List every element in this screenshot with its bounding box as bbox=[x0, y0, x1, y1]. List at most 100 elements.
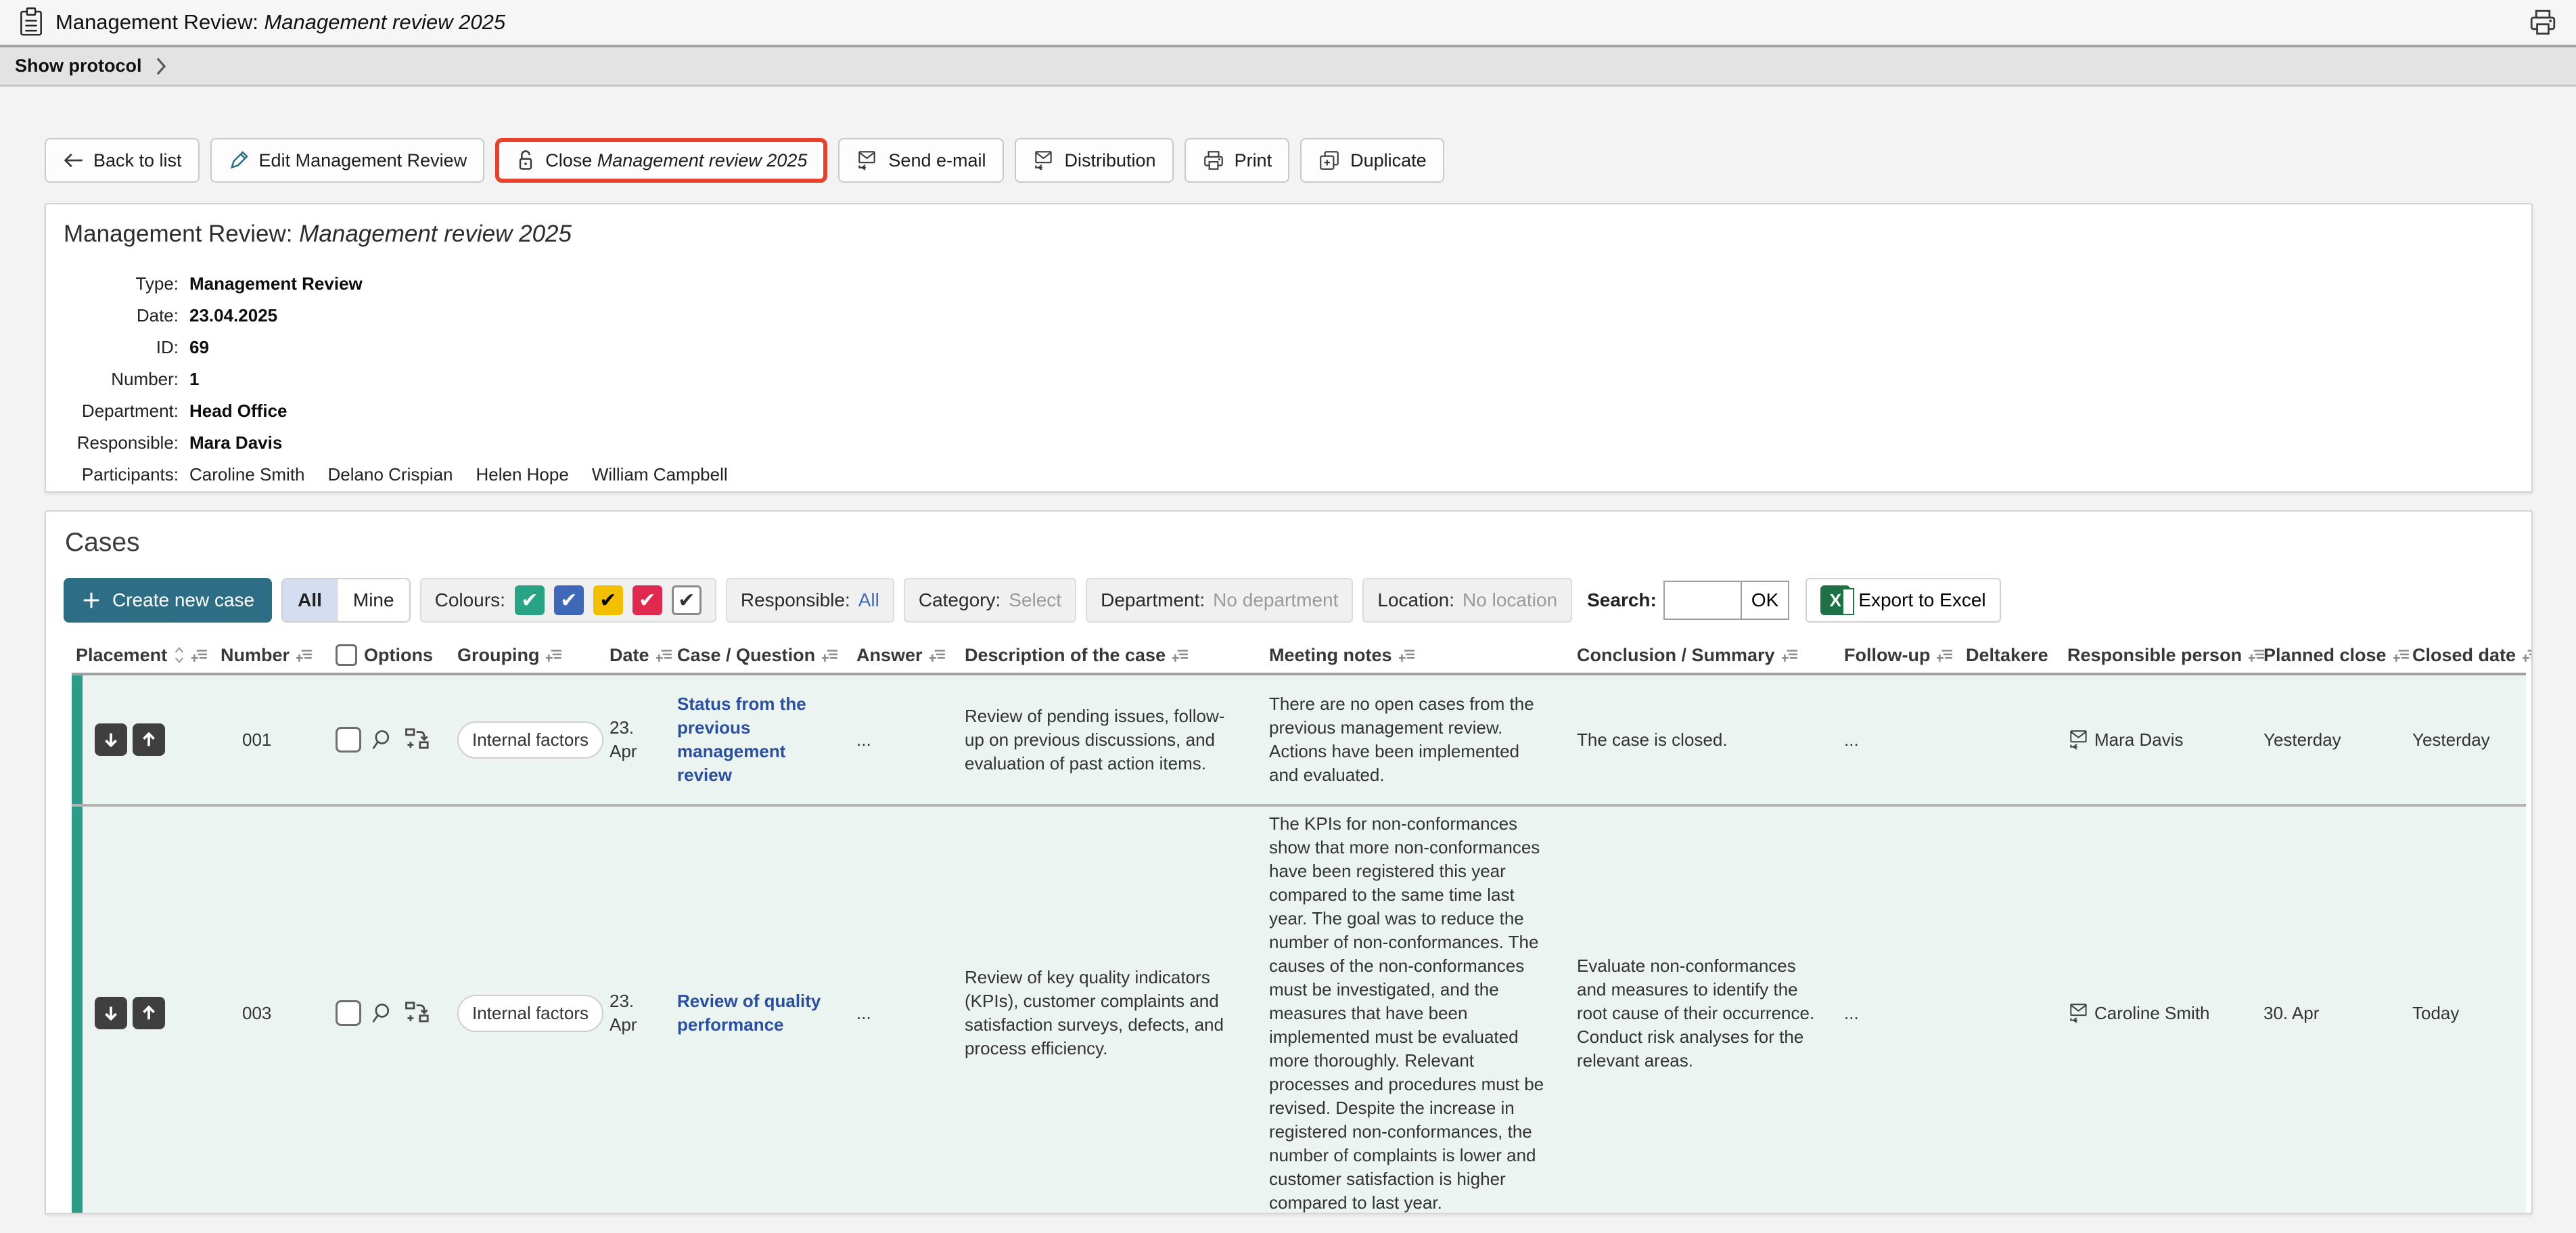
department-filter-value[interactable]: No department bbox=[1213, 589, 1338, 611]
column-filter-icon[interactable] bbox=[1782, 648, 1798, 663]
field-date: Date: 23.04.2025 bbox=[64, 300, 2514, 332]
case-question-link[interactable]: Status from the previous management revi… bbox=[677, 694, 806, 785]
field-number: Number: 1 bbox=[64, 363, 2514, 395]
search-ok-button[interactable]: OK bbox=[1741, 582, 1788, 619]
sort-icon[interactable] bbox=[174, 646, 185, 664]
table-row: 001 bbox=[72, 675, 2526, 804]
col-deltakere[interactable]: Deltakere bbox=[1950, 645, 2051, 666]
case-number: 003 bbox=[204, 1002, 319, 1025]
participant: William Campbell bbox=[592, 464, 728, 485]
envelope-send-icon[interactable] bbox=[2067, 728, 2090, 751]
duplicate-button[interactable]: Duplicate bbox=[1300, 138, 1444, 183]
move-down-button[interactable] bbox=[95, 723, 127, 756]
date-cell: 23. Apr bbox=[593, 716, 661, 763]
column-filter-icon[interactable] bbox=[2523, 648, 2533, 663]
print-page-icon[interactable] bbox=[2527, 8, 2558, 37]
page-title: Management Review: Management review 202… bbox=[55, 10, 505, 35]
planned-close-cell: Yesterday bbox=[2247, 728, 2396, 752]
participant: Caroline Smith bbox=[189, 464, 305, 485]
col-closed-date[interactable]: Closed date bbox=[2396, 645, 2525, 666]
col-grouping[interactable]: Grouping bbox=[441, 645, 593, 666]
column-filter-icon[interactable] bbox=[1399, 648, 1415, 663]
colour-checkbox-yellow[interactable]: ✔ bbox=[593, 585, 623, 615]
category-filter-value[interactable]: Select bbox=[1009, 589, 1061, 611]
show-protocol-label[interactable]: Show protocol bbox=[15, 55, 141, 76]
print-button[interactable]: Print bbox=[1184, 138, 1290, 183]
move-up-button[interactable] bbox=[133, 997, 165, 1029]
chevron-right-icon bbox=[155, 57, 167, 76]
field-type: Type: Management Review bbox=[64, 268, 2514, 300]
detail-title: Management Review: Management review 202… bbox=[64, 221, 2514, 248]
create-follow-up-case-icon[interactable] bbox=[405, 1001, 430, 1025]
follow-up-cell: ... bbox=[1828, 1002, 1950, 1025]
responsible-filter[interactable]: Responsible: All bbox=[726, 578, 894, 623]
colour-checkbox-green[interactable]: ✔ bbox=[515, 585, 545, 615]
col-responsible-person[interactable]: Responsible person bbox=[2051, 645, 2247, 666]
colour-checkbox-white[interactable]: ✔ bbox=[672, 585, 702, 615]
back-to-list-button[interactable]: Back to list bbox=[45, 138, 200, 183]
department-filter[interactable]: Department: No department bbox=[1086, 578, 1353, 623]
column-filter-icon[interactable] bbox=[1172, 648, 1189, 663]
edit-review-button[interactable]: Edit Management Review bbox=[210, 138, 485, 183]
responsible-filter-value[interactable]: All bbox=[858, 589, 879, 611]
col-case-question[interactable]: Case / Question bbox=[661, 645, 840, 666]
answer-cell: ... bbox=[840, 1002, 948, 1025]
category-filter[interactable]: Category: Select bbox=[904, 578, 1076, 623]
send-email-button[interactable]: Send e-mail bbox=[838, 138, 1003, 183]
location-filter[interactable]: Location: No location bbox=[1362, 578, 1572, 623]
cases-panel: Cases Create new case All Mine Colours: … bbox=[45, 510, 2533, 1214]
top-title-bar: Management Review: Management review 202… bbox=[0, 0, 2576, 47]
colour-checkbox-red[interactable]: ✔ bbox=[632, 585, 662, 615]
grouping-chip: Internal factors bbox=[457, 721, 603, 759]
col-placement[interactable]: Placement bbox=[72, 645, 204, 666]
row-checkbox[interactable] bbox=[336, 1000, 361, 1026]
envelope-distribution-icon bbox=[1032, 149, 1055, 172]
column-filter-icon[interactable] bbox=[929, 648, 946, 663]
case-question-link[interactable]: Review of quality performance bbox=[677, 991, 821, 1035]
col-planned-close[interactable]: Planned close bbox=[2247, 645, 2396, 666]
close-review-button[interactable]: Close Management review 2025 bbox=[495, 138, 827, 183]
tab-mine[interactable]: Mine bbox=[337, 579, 409, 621]
col-number[interactable]: Number bbox=[204, 645, 319, 666]
envelope-send-icon[interactable] bbox=[2067, 1002, 2090, 1025]
col-date[interactable]: Date bbox=[593, 645, 661, 666]
create-new-case-button[interactable]: Create new case bbox=[64, 578, 272, 623]
move-down-button[interactable] bbox=[95, 997, 127, 1029]
review-detail-panel: Management Review: Management review 202… bbox=[45, 203, 2533, 493]
col-conclusion[interactable]: Conclusion / Summary bbox=[1561, 645, 1828, 666]
column-filter-icon[interactable] bbox=[296, 648, 313, 663]
case-number: 001 bbox=[204, 728, 319, 752]
excel-icon: X bbox=[1820, 585, 1850, 615]
meeting-notes-cell: There are no open cases from the previou… bbox=[1253, 692, 1561, 787]
create-follow-up-case-icon[interactable] bbox=[405, 727, 430, 752]
column-filter-icon[interactable] bbox=[822, 648, 838, 663]
location-filter-value[interactable]: No location bbox=[1463, 589, 1557, 611]
follow-up-cell: ... bbox=[1828, 728, 1950, 752]
participant: Delano Crispian bbox=[328, 464, 453, 485]
column-filter-icon[interactable] bbox=[546, 648, 562, 663]
pencil-icon bbox=[228, 150, 250, 171]
responsible-name: Caroline Smith bbox=[2094, 1002, 2210, 1025]
preview-icon[interactable] bbox=[371, 727, 395, 752]
col-meeting-notes[interactable]: Meeting notes bbox=[1253, 645, 1561, 666]
col-answer[interactable]: Answer bbox=[840, 645, 948, 666]
preview-icon[interactable] bbox=[371, 1001, 395, 1025]
col-follow-up[interactable]: Follow-up bbox=[1828, 645, 1950, 666]
export-to-excel-button[interactable]: X Export to Excel bbox=[1806, 578, 2000, 623]
move-up-button[interactable] bbox=[133, 723, 165, 756]
col-description[interactable]: Description of the case bbox=[948, 645, 1253, 666]
cases-table: Placement Number bbox=[72, 637, 2526, 1214]
search-input[interactable] bbox=[1665, 582, 1741, 619]
grouping-cell: Internal factors bbox=[441, 995, 593, 1032]
document-icon bbox=[18, 7, 45, 37]
col-options[interactable]: Options bbox=[319, 644, 441, 666]
protocol-bar[interactable]: Show protocol bbox=[0, 47, 2576, 87]
planned-close-cell: 30. Apr bbox=[2247, 1002, 2396, 1025]
row-checkbox[interactable] bbox=[336, 727, 361, 753]
search-group: Search: OK bbox=[1587, 581, 1789, 620]
select-all-checkbox[interactable] bbox=[336, 644, 357, 666]
tab-all[interactable]: All bbox=[283, 579, 337, 621]
cases-filter-bar: Create new case All Mine Colours: ✔ ✔ ✔ … bbox=[64, 578, 2514, 623]
colour-checkbox-blue[interactable]: ✔ bbox=[554, 585, 584, 615]
distribution-button[interactable]: Distribution bbox=[1015, 138, 1174, 183]
